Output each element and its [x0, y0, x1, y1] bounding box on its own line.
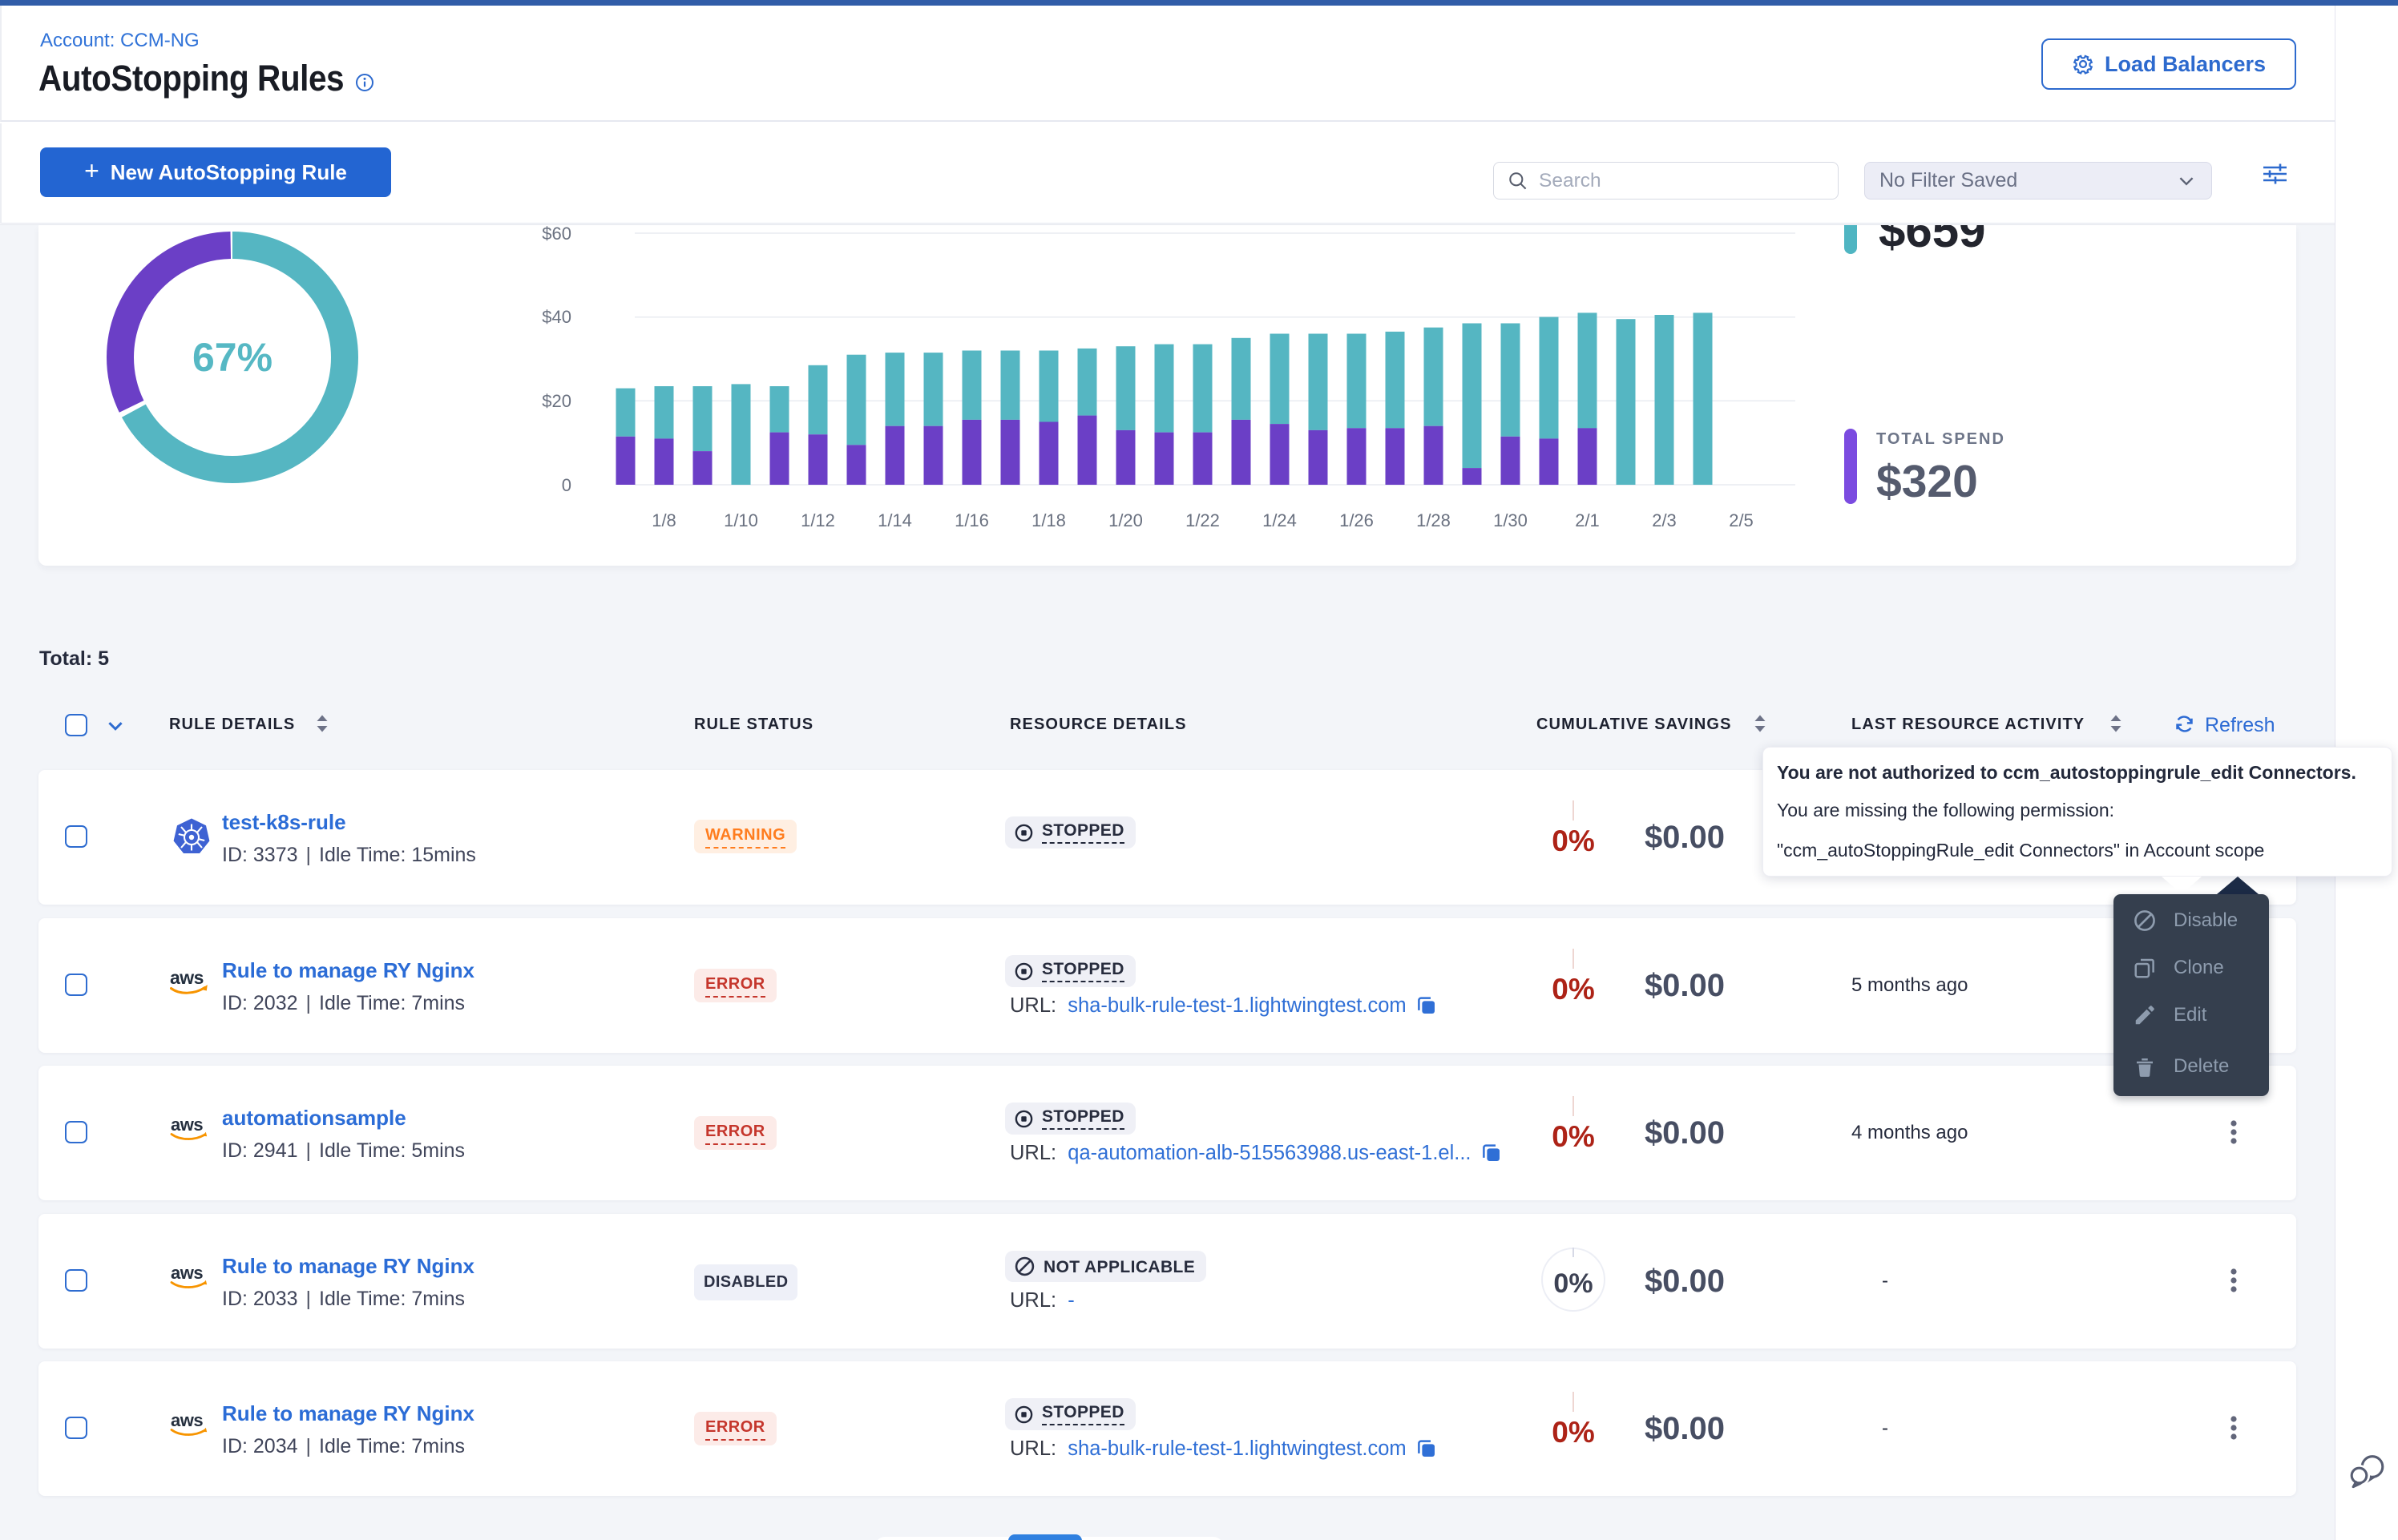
svg-text:2/5: 2/5: [1729, 510, 1754, 530]
svg-text:1/18: 1/18: [1031, 510, 1066, 530]
svg-text:1/10: 1/10: [724, 510, 758, 530]
svg-text:1/22: 1/22: [1185, 510, 1220, 530]
svg-text:1/28: 1/28: [1416, 510, 1451, 530]
svg-text:67%: 67%: [192, 335, 272, 380]
svg-text:aws: aws: [171, 1410, 203, 1430]
svg-text:$20: $20: [542, 391, 571, 411]
svg-text:2/1: 2/1: [1575, 510, 1600, 530]
svg-text:$40: $40: [542, 307, 571, 327]
svg-text:1/14: 1/14: [878, 510, 912, 530]
svg-text:$320: $320: [1876, 456, 1978, 507]
svg-text:1/8: 1/8: [652, 510, 676, 530]
svg-text:$659: $659: [1879, 225, 1985, 257]
svg-text:1/16: 1/16: [955, 510, 989, 530]
svg-text:$60: $60: [542, 225, 571, 244]
svg-text:1/20: 1/20: [1108, 510, 1143, 530]
svg-text:TOTAL SPEND: TOTAL SPEND: [1876, 430, 2005, 448]
svg-text:1/26: 1/26: [1339, 510, 1374, 530]
svg-text:aws: aws: [171, 1115, 203, 1135]
svg-text:0: 0: [562, 475, 571, 495]
svg-text:1/12: 1/12: [801, 510, 835, 530]
svg-text:aws: aws: [170, 967, 204, 988]
svg-text:1/24: 1/24: [1262, 510, 1297, 530]
svg-text:1/30: 1/30: [1493, 510, 1528, 530]
svg-text:aws: aws: [171, 1263, 203, 1283]
svg-text:2/3: 2/3: [1652, 510, 1677, 530]
